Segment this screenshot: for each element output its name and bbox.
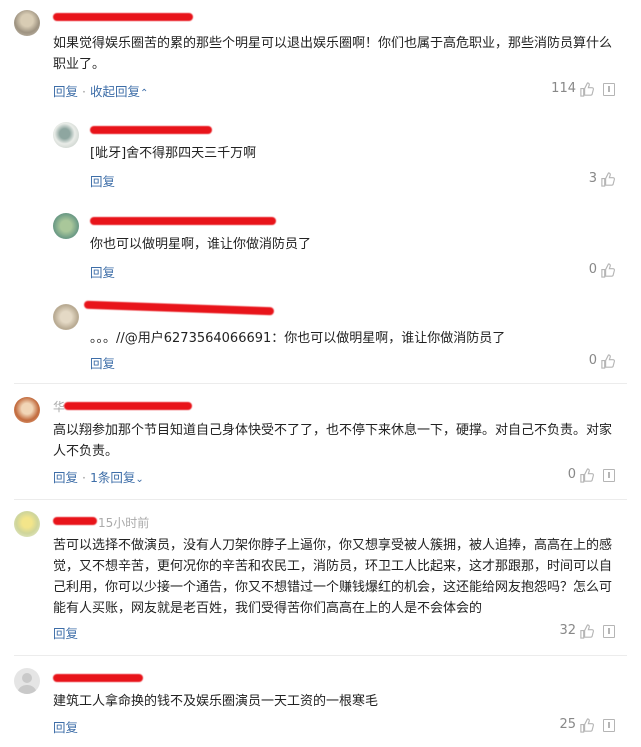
thumbs-up-icon[interactable]: [579, 82, 594, 97]
like-count: 114: [551, 81, 576, 96]
reply-button[interactable]: 回复: [53, 717, 78, 736]
avatar[interactable]: [53, 213, 79, 239]
thumbs-up-icon[interactable]: [579, 624, 594, 639]
reply-text: 。。。//@用户6273564066691：你也可以做明星啊，谁让你做消防员了: [90, 331, 506, 346]
expand-replies-button[interactable]: 1条回复: [90, 470, 135, 485]
reply-button[interactable]: 回复: [90, 262, 115, 281]
comment-text: 建筑工人拿命换的钱不及娱乐圈演员一天工资的一根寒毛: [53, 694, 379, 709]
thumbs-up-icon[interactable]: [600, 354, 615, 369]
default-avatar-icon: [17, 673, 37, 694]
avatar[interactable]: [14, 397, 40, 423]
reply-button[interactable]: 回复: [53, 623, 78, 642]
comment-actions: 回复 · 收起回复⌃: [53, 81, 148, 100]
separator: ·: [78, 470, 90, 485]
username-redacted[interactable]: [53, 13, 193, 21]
chevron-up-icon[interactable]: ⌃: [140, 88, 148, 99]
username-redacted[interactable]: [90, 126, 212, 134]
avatar[interactable]: [14, 10, 40, 36]
thumbs-up-icon[interactable]: [579, 468, 594, 483]
collapse-replies-button[interactable]: 收起回复: [90, 84, 140, 99]
reply-text: [呲牙]舍不得那四天三千万啊: [90, 146, 257, 161]
like-count: 0: [567, 467, 576, 482]
comment-meta: 15小时前: [98, 516, 150, 530]
comment-text: 如果觉得娱乐圈苦的累的那些个明星可以退出娱乐圈啊！你们也属于高危职业，那些消防员…: [53, 36, 613, 72]
thumbs-up-icon[interactable]: [600, 172, 615, 187]
reply-button[interactable]: 回复: [53, 84, 78, 99]
reply-button[interactable]: 回复: [90, 171, 115, 190]
avatar[interactable]: [53, 122, 79, 148]
divider: [14, 383, 627, 384]
username-redacted[interactable]: [90, 217, 276, 225]
avatar[interactable]: [53, 304, 79, 330]
username-redacted[interactable]: [53, 674, 143, 682]
avatar[interactable]: [14, 511, 40, 537]
more-icon[interactable]: [603, 719, 615, 732]
like-count: 25: [559, 717, 576, 732]
username-redacted[interactable]: [83, 300, 275, 316]
chevron-down-icon[interactable]: ⌄: [135, 474, 143, 485]
thumbs-up-icon[interactable]: [600, 263, 615, 278]
comment-text: 苦可以选择不做演员，没有人刀架你脖子上逼你，你又想享受被人簇拥，被人追捧，高高在…: [53, 538, 613, 616]
username-redacted[interactable]: [53, 517, 97, 525]
thumbs-up-icon[interactable]: [579, 718, 594, 733]
like-count: 32: [559, 623, 576, 638]
like-count: 3: [588, 171, 597, 186]
comment-text: 高以翔参加那个节目知道自己身体快受不了了，也不停下来休息一下，硬撑。对自己不负责…: [53, 423, 613, 459]
separator: ·: [78, 84, 90, 99]
reply-button[interactable]: 回复: [53, 470, 78, 485]
divider: [14, 499, 627, 500]
more-icon[interactable]: [603, 83, 615, 96]
more-icon[interactable]: [603, 625, 615, 638]
more-icon[interactable]: [603, 469, 615, 482]
avatar[interactable]: [14, 668, 40, 694]
divider: [14, 655, 627, 656]
reply-text: 你也可以做明星啊，谁让你做消防员了: [90, 237, 312, 252]
username-redacted[interactable]: [64, 402, 192, 410]
like-count: 0: [588, 353, 597, 368]
reply-button[interactable]: 回复: [90, 353, 115, 372]
comment-actions: 回复 · 1条回复⌄: [53, 467, 144, 486]
like-count: 0: [588, 262, 597, 277]
